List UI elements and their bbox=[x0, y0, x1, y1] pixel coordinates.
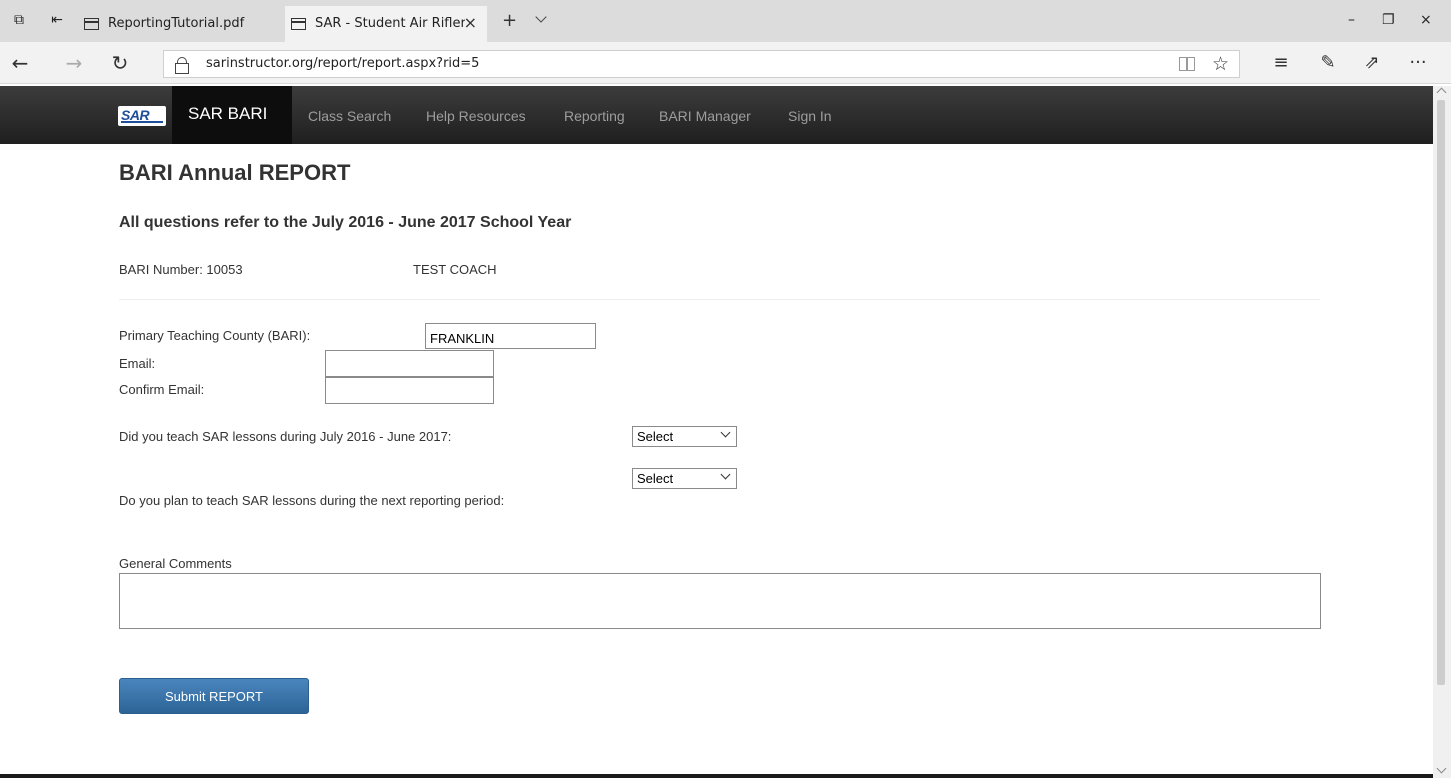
hub-icon[interactable]: ≡ bbox=[1267, 50, 1295, 76]
lock-icon bbox=[175, 57, 189, 74]
nav-link-help-resources[interactable]: Help Resources bbox=[426, 108, 526, 124]
more-icon[interactable]: ··· bbox=[1404, 50, 1432, 76]
taught-select[interactable]: Select bbox=[632, 426, 737, 447]
minimize-icon[interactable]: – bbox=[1348, 12, 1355, 28]
page-scrollbar[interactable] bbox=[1433, 86, 1451, 778]
browser-tab-strip: ⧉ ⇤ ReportingTutorial.pdf SAR - Student … bbox=[0, 0, 1451, 42]
browser-tab-reporting-tutorial[interactable]: ReportingTutorial.pdf bbox=[78, 6, 278, 42]
coach-name: TEST COACH bbox=[413, 262, 497, 277]
bottom-edge bbox=[0, 774, 1433, 778]
refresh-icon[interactable]: ↻ bbox=[106, 50, 134, 76]
web-note-icon[interactable]: ✎ bbox=[1314, 50, 1342, 76]
scroll-thumb[interactable] bbox=[1437, 100, 1445, 685]
confirm-email-label: Confirm Email: bbox=[119, 382, 205, 397]
plan-question-label: Do you plan to teach SAR lessons during … bbox=[119, 493, 505, 508]
confirm-email-field[interactable] bbox=[325, 377, 494, 404]
chevron-down-icon bbox=[721, 471, 730, 480]
set-tabs-aside-icon[interactable]: ⇤ bbox=[48, 11, 66, 29]
forward-icon[interactable]: → bbox=[60, 50, 88, 76]
new-tab-icon[interactable]: + bbox=[502, 12, 517, 30]
close-window-icon[interactable]: × bbox=[1420, 12, 1432, 28]
browser-address-bar: ← → ↻ sarinstructor.org/report/report.as… bbox=[0, 42, 1451, 84]
plan-select-value: Select bbox=[637, 471, 674, 486]
reading-view-icon[interactable] bbox=[1179, 57, 1195, 71]
scroll-up-icon[interactable] bbox=[1436, 87, 1447, 98]
general-comments-label: General Comments bbox=[119, 556, 232, 571]
email-label: Email: bbox=[119, 356, 156, 371]
county-label: Primary Teaching County (BARI): bbox=[119, 328, 311, 343]
sar-logo[interactable]: SAR bbox=[118, 106, 166, 126]
tab-title: ReportingTutorial.pdf bbox=[108, 16, 245, 31]
page-icon bbox=[291, 18, 306, 30]
logo-underline bbox=[121, 121, 163, 123]
share-icon[interactable]: ⇗ bbox=[1358, 50, 1386, 76]
scroll-down-icon[interactable] bbox=[1436, 763, 1447, 774]
nav-link-bari-manager[interactable]: BARI Manager bbox=[659, 108, 751, 124]
page-icon bbox=[84, 18, 99, 30]
chevron-down-icon bbox=[721, 429, 730, 438]
brand-title-link[interactable]: SAR BARI bbox=[188, 104, 267, 124]
restore-icon[interactable]: ❐ bbox=[1382, 12, 1395, 28]
nav-link-sign-in[interactable]: Sign In bbox=[788, 108, 832, 124]
close-tab-icon[interactable]: × bbox=[464, 13, 477, 32]
bari-number-label: BARI Number: 10053 bbox=[119, 262, 243, 277]
chevron-down-icon[interactable] bbox=[535, 12, 547, 24]
submit-report-button[interactable]: Submit REPORT bbox=[119, 678, 309, 714]
tab-preview-icon[interactable]: ⧉ bbox=[10, 11, 28, 29]
taught-question-label: Did you teach SAR lessons during July 20… bbox=[119, 429, 452, 444]
url-field[interactable]: sarinstructor.org/report/report.aspx?rid… bbox=[163, 50, 1240, 78]
divider bbox=[119, 299, 1320, 300]
general-comments-field[interactable] bbox=[119, 573, 1321, 629]
page-title: BARI Annual REPORT bbox=[119, 160, 351, 185]
back-icon[interactable]: ← bbox=[6, 50, 34, 76]
taught-select-value: Select bbox=[637, 429, 674, 444]
tab-title: SAR - Student Air Riflery bbox=[315, 16, 465, 31]
county-field[interactable] bbox=[425, 323, 596, 349]
email-field[interactable] bbox=[325, 350, 494, 377]
plan-select[interactable]: Select bbox=[632, 468, 737, 489]
site-navbar: SAR SAR BARI Class Search Help Resources… bbox=[0, 86, 1433, 144]
nav-link-class-search[interactable]: Class Search bbox=[308, 108, 391, 124]
school-year-heading: All questions refer to the July 2016 - J… bbox=[119, 214, 572, 231]
url-text: sarinstructor.org/report/report.aspx?rid… bbox=[206, 56, 480, 71]
star-icon[interactable]: ☆ bbox=[1212, 53, 1229, 75]
browser-tab-sar[interactable]: SAR - Student Air Riflery × bbox=[285, 6, 487, 42]
nav-link-reporting[interactable]: Reporting bbox=[564, 108, 625, 124]
